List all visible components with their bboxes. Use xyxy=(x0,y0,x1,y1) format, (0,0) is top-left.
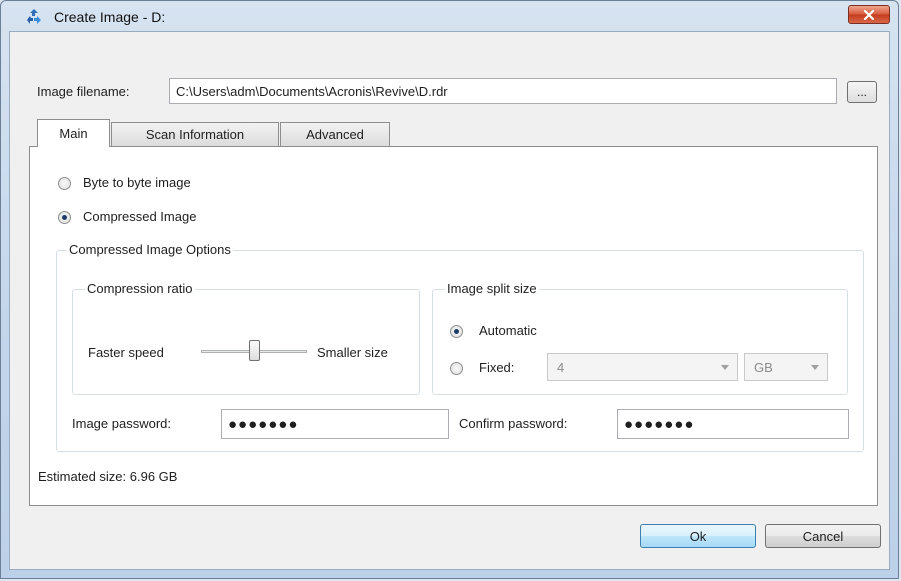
close-icon xyxy=(863,9,875,20)
compressed-image-radio[interactable] xyxy=(58,211,71,224)
byte-to-byte-radio[interactable] xyxy=(58,177,71,190)
image-filename-label: Image filename: xyxy=(37,84,130,99)
split-fixed-label[interactable]: Fixed: xyxy=(479,360,514,375)
estimated-size-text: Estimated size: 6.96 GB xyxy=(38,469,178,484)
compression-ratio-caption: Compression ratio xyxy=(85,281,195,296)
ok-button[interactable]: Ok xyxy=(640,524,756,548)
image-split-size-group: Image split size Automatic Fixed: 4 GB xyxy=(432,281,848,395)
compression-ratio-group: Compression ratio Faster speed Smaller s… xyxy=(72,281,420,395)
confirm-password-input[interactable]: ●●●●●●● xyxy=(617,409,849,439)
acronis-recycle-icon xyxy=(27,9,41,24)
compressed-options-group: Compressed Image Options Compression rat… xyxy=(56,242,864,452)
browse-button[interactable]: ... xyxy=(847,81,877,103)
image-password-label: Image password: xyxy=(72,416,171,431)
split-fixed-radio[interactable] xyxy=(450,362,463,375)
chevron-down-icon xyxy=(721,365,729,370)
chevron-down-icon xyxy=(811,365,819,370)
faster-speed-label: Faster speed xyxy=(88,345,164,360)
split-unit-value: GB xyxy=(754,359,773,375)
split-automatic-radio[interactable] xyxy=(450,325,463,338)
byte-to-byte-label[interactable]: Byte to byte image xyxy=(83,175,191,190)
image-password-input[interactable]: ●●●●●●● xyxy=(221,409,449,439)
tab-scan-information[interactable]: Scan Information xyxy=(111,122,279,146)
cancel-button[interactable]: Cancel xyxy=(765,524,881,548)
split-automatic-label[interactable]: Automatic xyxy=(479,323,537,338)
image-filename-input[interactable]: C:\Users\adm\Documents\Acronis\Revive\D.… xyxy=(169,78,837,104)
split-size-value: 4 xyxy=(557,359,565,375)
compression-slider-thumb[interactable] xyxy=(248,340,260,361)
close-button[interactable] xyxy=(848,5,890,24)
compressed-image-label[interactable]: Compressed Image xyxy=(83,209,196,224)
title-bar[interactable]: Create Image - D: xyxy=(1,1,898,31)
smaller-size-label: Smaller size xyxy=(317,345,388,360)
compressed-options-caption: Compressed Image Options xyxy=(67,242,233,257)
confirm-password-label: Confirm password: xyxy=(459,416,568,431)
window-title: Create Image - D: xyxy=(54,9,166,25)
split-size-combo[interactable]: 4 xyxy=(547,353,738,381)
image-split-size-caption: Image split size xyxy=(445,281,539,296)
tab-panel-main: Byte to byte image Compressed Image Comp… xyxy=(29,146,878,506)
split-unit-combo[interactable]: GB xyxy=(744,353,828,381)
tab-main[interactable]: Main xyxy=(37,119,110,147)
tab-advanced[interactable]: Advanced xyxy=(280,122,390,146)
